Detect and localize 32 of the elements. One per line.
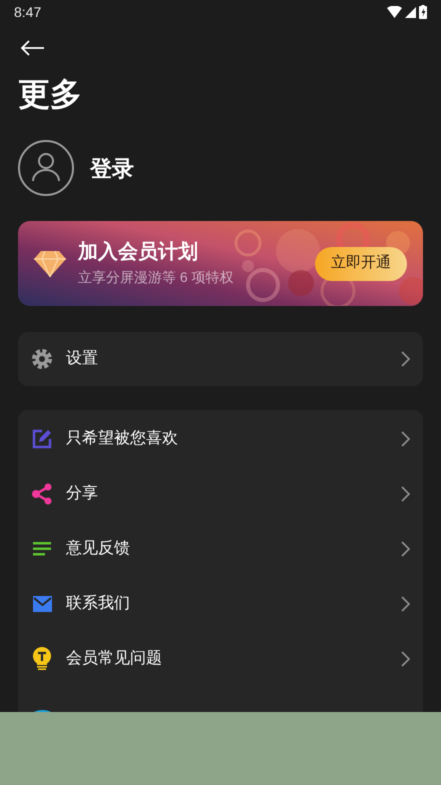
- login-link[interactable]: 登录: [90, 152, 134, 184]
- menu-label: 只希望被您喜欢: [66, 428, 178, 448]
- chevron-right-icon: [400, 430, 410, 446]
- menu-item[interactable]: 意见反馈: [18, 521, 423, 576]
- menu-item[interactable]: 联系我们: [18, 576, 423, 631]
- battery-icon: [419, 5, 427, 19]
- status-time: 8:47: [14, 2, 42, 22]
- menu-item[interactable]: 分享: [18, 466, 423, 521]
- banner-subtitle: 立享分屏漫游等 6 项特权: [78, 268, 234, 286]
- menu-label: 分享: [66, 484, 98, 504]
- menu-label: 会员常见问题: [66, 648, 162, 668]
- settings-label: 设置: [66, 349, 98, 369]
- chevron-right-icon: [400, 486, 410, 502]
- back-arrow-icon[interactable]: [20, 40, 45, 56]
- signal-icon: [405, 6, 416, 18]
- membership-banner[interactable]: 加入会员计划 立享分屏漫游等 6 项特权 立即开通: [18, 221, 423, 306]
- menu-label: 意见反馈: [66, 538, 130, 558]
- avatar-icon[interactable]: [18, 140, 74, 196]
- chevron-right-icon: [400, 596, 410, 612]
- page-title: 更多: [17, 78, 83, 110]
- subscribe-button[interactable]: 立即开通: [315, 246, 407, 280]
- chevron-right-icon: [400, 650, 410, 666]
- chevron-right-icon: [400, 351, 410, 367]
- chevron-right-icon: [400, 540, 410, 556]
- menu-label: 联系我们: [66, 594, 130, 614]
- diamond-icon: [34, 250, 66, 276]
- menu-item[interactable]: 会员常见问题: [18, 631, 423, 686]
- wifi-icon: [387, 6, 402, 18]
- menu-item[interactable]: 只希望被您喜欢: [18, 411, 423, 466]
- gear-icon: [31, 348, 53, 370]
- settings-item[interactable]: 设置: [18, 332, 423, 386]
- banner-title: 加入会员计划: [78, 240, 199, 264]
